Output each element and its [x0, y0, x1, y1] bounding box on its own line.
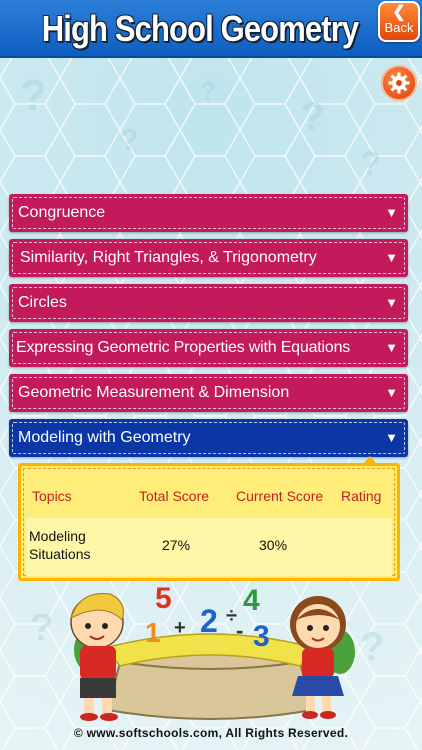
menu-item-similarity[interactable]: Similarity, Right Triangles, & Trigonome… [9, 239, 408, 277]
menu-item-modeling-with-geometry[interactable]: Modeling with Geometry ▼ [9, 419, 408, 457]
header-current-score: Current Score [236, 488, 324, 504]
settings-button[interactable] [381, 65, 417, 101]
dropdown-arrow-icon: ▼ [385, 205, 398, 220]
dropdown-arrow-icon: ▼ [385, 295, 398, 310]
score-panel: Topics Total Score Current Score Rating … [18, 463, 400, 581]
menu-item-label: Similarity, Right Triangles, & Trigonome… [20, 249, 317, 266]
menu-item-geometric-measurement[interactable]: Geometric Measurement & Dimension ▼ [9, 374, 408, 412]
svg-text:?: ? [20, 71, 47, 120]
digit-1: 1 [145, 617, 161, 648]
dropdown-arrow-icon: ▼ [385, 430, 398, 445]
header-topics: Topics [32, 488, 72, 504]
menu-item-congruence[interactable]: Congruence ▼ [9, 194, 408, 232]
digit-4: 4 [243, 584, 260, 617]
gear-icon [388, 72, 410, 94]
svg-text:?: ? [120, 124, 138, 157]
total-score-value: 27% [162, 537, 191, 553]
digit-2: 2 [200, 603, 218, 639]
dropdown-arrow-icon: ▼ [385, 250, 398, 265]
menu-item-label: Circles [18, 294, 67, 311]
svg-text:?: ? [200, 76, 216, 106]
digit-3: 3 [253, 620, 270, 653]
svg-text:?: ? [300, 95, 324, 139]
copyright-footer: © www.softschools.com, All Rights Reserv… [73, 726, 349, 740]
digit-5: 5 [155, 582, 172, 615]
menu-item-label: Geometric Measurement & Dimension [18, 384, 290, 401]
header-total-score: Total Score [139, 488, 210, 504]
dropdown-arrow-icon: ▼ [385, 340, 398, 355]
topic-name-line1: Modeling [29, 528, 86, 544]
menu-item-label: Modeling with Geometry [18, 429, 191, 446]
topic-menu: Congruence ▼ Similarity, Right Triangles… [9, 194, 408, 464]
current-score-value: 30% [259, 537, 288, 553]
menu-item-circles[interactable]: Circles ▼ [9, 284, 408, 322]
svg-text:?: ? [360, 145, 381, 183]
menu-item-label: Expressing Geometric Properties with Equ… [16, 339, 351, 356]
header-bar: High School Geometry ❮ Back [0, 0, 422, 58]
dropdown-arrow-icon: ▼ [385, 385, 398, 400]
menu-item-expressing-geometric-properties[interactable]: Expressing Geometric Properties with Equ… [9, 329, 408, 367]
back-button[interactable]: ❮ Back [378, 1, 420, 42]
minus-symbol: - [236, 618, 243, 643]
plus-symbol: + [174, 617, 186, 639]
panel-pointer [364, 456, 376, 463]
topic-name-line2: Situations [29, 546, 91, 562]
table-row[interactable]: Modeling Situations 27% 30% [26, 518, 392, 576]
chevron-left-icon: ❮ [392, 4, 406, 21]
header-rating: Rating [341, 488, 382, 504]
back-button-label: Back [384, 20, 414, 35]
kids-illustration: 5 4 2 3 1 + ÷ - [70, 582, 355, 721]
menu-item-label: Congruence [18, 204, 106, 221]
page-title: High School Geometry [41, 8, 359, 49]
